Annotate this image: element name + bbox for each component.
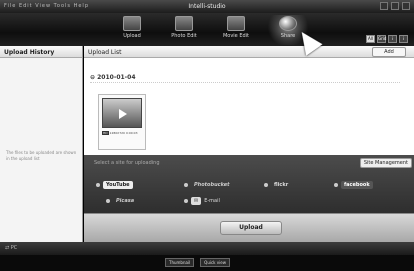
window-controls [380,2,410,10]
upload-list-title: Upload List [88,49,122,56]
site-option-picasa[interactable]: Picasa [106,197,137,205]
site-selection-title: Select a site for uploading [94,160,160,166]
play-icon [119,109,127,119]
photo-edit-icon [175,16,193,31]
view-all-button[interactable]: All [366,35,375,43]
location-label: PC [10,245,18,251]
upload-button-label: Upload [239,224,263,231]
video-thumbnail[interactable] [102,98,142,128]
toolbar-label: Movie Edit [222,33,250,39]
info-button[interactable]: i [388,35,397,43]
toolbar-label: Photo Edit [171,33,197,39]
photobucket-logo: Photobucket [194,182,230,188]
radio-button[interactable] [264,183,268,187]
video-info: HD 1280X720 0:00:03 [102,131,138,135]
footer-buttons: Thumbnail Quick view [165,258,230,267]
video-resolution: 1280X720 [109,131,125,135]
email-icon: ✉ [191,197,202,205]
radio-button[interactable] [184,199,188,203]
movie-edit-button[interactable]: Movie Edit [216,15,256,45]
quick-view-button[interactable]: Quick view [200,258,230,267]
divider [90,82,400,83]
site-selection-panel: Select a site for uploading Site Managem… [84,155,414,213]
upload-history-title: Upload History [0,46,82,58]
video-duration: 0:00:03 [125,131,138,135]
minimize-icon[interactable] [380,2,388,10]
footer-bar: Thumbnail Quick view [0,255,414,271]
close-icon[interactable] [402,2,410,10]
view-grid-button[interactable]: Grid [377,35,386,43]
title-bar: File Edit View Tools Help Intelli-studio [0,0,414,13]
maximize-icon[interactable] [391,2,399,10]
radio-button[interactable] [334,183,338,187]
email-label: E-mail [204,198,220,204]
flickr-logo: flickr [274,182,289,188]
site-option-email[interactable]: ✉ E-mail [184,197,220,205]
globe-icon [279,16,297,31]
site-option-facebook[interactable]: facebook [334,181,373,189]
facebook-logo: facebook [341,181,373,189]
upload-history-empty-message: The files to be uploaded are shown in th… [6,150,77,161]
upload-action-bar: Upload [84,213,414,242]
hd-badge: HD [102,131,109,135]
site-option-flickr[interactable]: flickr [264,181,291,189]
upload-history-panel: Upload History The files to be uploaded … [0,46,83,242]
upload-icon [123,16,141,31]
site-option-youtube[interactable]: YouTube [96,181,133,189]
view-buttons: All Grid i i [366,35,408,43]
upload-button[interactable]: Upload [220,221,282,235]
status-bar: ⇄ PC [0,242,414,255]
upload-list-header: Upload List Add [84,46,414,58]
site-option-photobucket[interactable]: Photobucket [184,181,233,189]
add-button-label: Add [384,49,394,55]
toolbar-label: Upload [123,33,141,39]
group-date: 2010-01-04 [97,74,136,81]
site-management-button[interactable]: Site Management [359,158,412,168]
youtube-logo: YouTube [103,181,133,189]
photo-edit-button[interactable]: Photo Edit [164,15,204,45]
date-group-header[interactable]: ⊖ 2010-01-04 [90,74,400,83]
main-toolbar: Upload Photo Edit Movie Edit Share [0,13,414,46]
picasa-logo: Picasa [116,198,135,204]
movie-edit-icon [227,16,245,31]
radio-button[interactable] [96,183,100,187]
radio-button[interactable] [106,199,110,203]
radio-button[interactable] [184,183,188,187]
video-thumbnail-item[interactable]: HD 1280X720 0:00:03 [98,94,146,150]
info-button-2[interactable]: i [399,35,408,43]
location-pc[interactable]: ⇄ PC [5,245,17,251]
site-management-label: Site Management [363,160,408,166]
add-button[interactable]: Add [372,47,406,57]
thumbnail-button[interactable]: Thumbnail [165,258,195,267]
upload-mode-button[interactable]: Upload [112,15,152,45]
app-title: Intelli-studio [188,3,226,10]
